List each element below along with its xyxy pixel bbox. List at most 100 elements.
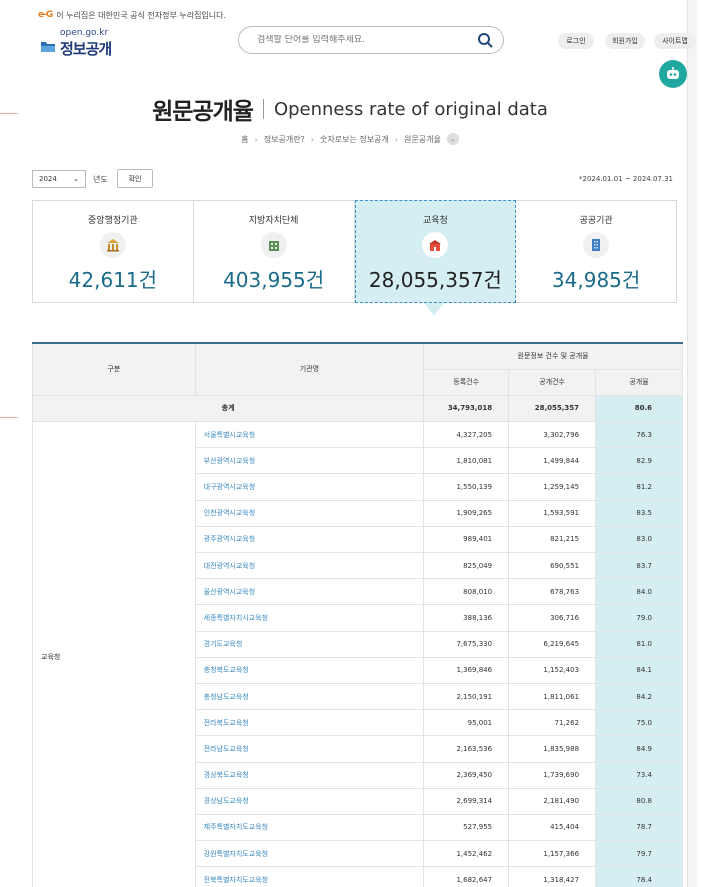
registered-cell: 1,550,139 xyxy=(423,473,510,501)
disclosed-cell: 1,811,061 xyxy=(508,682,597,711)
rate-cell: 84.2 xyxy=(595,682,683,711)
registered-cell: 2,699,314 xyxy=(423,787,510,815)
disclosed-cell: 2,181,490 xyxy=(508,787,597,815)
registered-cell: 388,136 xyxy=(423,604,510,632)
card-label: 공공기관 xyxy=(579,216,613,226)
year-select[interactable]: 2024 ⌄ xyxy=(32,170,86,188)
period-text: *2024.01.01 ~ 2024.07.31 xyxy=(579,175,673,183)
login-button[interactable]: 로그인 xyxy=(558,33,594,49)
rate-cell: 81.2 xyxy=(595,473,683,501)
rate-cell: 83.0 xyxy=(595,525,683,554)
col-header-rate: 공개율 xyxy=(595,368,683,396)
disclosed-cell: 1,259,145 xyxy=(508,473,597,501)
breadcrumb-home[interactable]: 홈 xyxy=(241,134,248,145)
page-title: 원문공개율 Openness rate of original data xyxy=(0,92,700,126)
chevron-down-icon[interactable]: ⌄ xyxy=(446,133,459,145)
org-link[interactable]: 대전광역시교육청 xyxy=(194,551,425,580)
chatbot-button[interactable] xyxy=(659,60,687,88)
registered-cell: 989,401 xyxy=(423,525,510,554)
card-value: 42,611건 xyxy=(68,268,158,292)
org-link[interactable]: 경상북도교육청 xyxy=(194,761,425,789)
gov-notice-banner: e-G 이 누리집은 대한민국 공식 전자정부 누리집입니다. xyxy=(38,8,226,22)
registered-cell: 1,909,265 xyxy=(423,499,510,527)
card-central-agencies[interactable]: 중앙행정기관 42,611건 xyxy=(33,201,194,302)
card-education-offices[interactable]: 교육청 28,055,357건 xyxy=(354,200,517,303)
registered-cell: 1,452,462 xyxy=(423,840,510,868)
disclosed-cell: 415,404 xyxy=(508,813,597,842)
rate-cell: 78.7 xyxy=(595,813,683,842)
col-header-org: 기관명 xyxy=(194,341,425,396)
search-box[interactable] xyxy=(238,26,504,54)
registered-cell: 7,675,330 xyxy=(423,630,510,658)
disclosed-cell: 1,157,366 xyxy=(508,840,597,868)
breadcrumb-current[interactable]: 원문공개율 xyxy=(404,134,441,145)
table-row-total: 총계 34,793,018 28,055,357 80.6 xyxy=(31,394,683,423)
rate-cell: 79.0 xyxy=(595,604,683,632)
search-input[interactable] xyxy=(257,35,477,45)
year-label: 년도 xyxy=(93,175,108,184)
rate-cell: 84.1 xyxy=(595,656,683,684)
card-public-institutions[interactable]: 공공기관 34,985건 xyxy=(516,201,676,302)
page-title-en: Openness rate of original data xyxy=(273,98,548,120)
disclosed-cell: 1,739,690 xyxy=(508,761,597,789)
page-title-ko: 원문공개율 xyxy=(152,99,254,125)
org-link[interactable]: 대구광역시교육청 xyxy=(194,473,425,501)
col-header-category: 구분 xyxy=(32,341,196,396)
robot-icon xyxy=(667,67,679,79)
rate-cell: 80.8 xyxy=(595,787,683,815)
org-link[interactable]: 광주광역시교육청 xyxy=(194,525,425,554)
school-icon xyxy=(422,232,449,258)
org-link[interactable]: 세종특별자치시교육청 xyxy=(194,604,425,632)
sitemap-button[interactable]: 사이트맵 xyxy=(654,33,696,49)
disclosed-cell: 1,835,988 xyxy=(508,735,597,763)
chevron-down-icon: ⌄ xyxy=(73,175,79,183)
disclosed-cell: 306,716 xyxy=(508,604,597,632)
org-link[interactable]: 전라북도교육청 xyxy=(194,709,425,737)
registered-cell: 95,001 xyxy=(423,709,510,737)
breadcrumb-item[interactable]: 정보공개란? xyxy=(264,134,305,145)
search-icon[interactable] xyxy=(477,32,493,48)
org-link[interactable]: 전북특별자치도교육청 xyxy=(194,866,425,887)
disclosed-cell: 821,215 xyxy=(508,525,597,554)
col-header-registered: 등록건수 xyxy=(423,368,510,396)
breadcrumb-item[interactable]: 숫자로보는 정보공개 xyxy=(320,134,389,145)
rate-cell: 79.7 xyxy=(595,840,683,868)
museum-icon xyxy=(99,232,126,258)
disclosed-cell: 6,219,645 xyxy=(508,630,597,658)
org-link[interactable]: 인천광역시교육청 xyxy=(194,499,425,527)
rate-cell: 76.3 xyxy=(595,421,683,449)
disclosed-cell: 1,593,591 xyxy=(508,499,597,527)
rate-cell: 73.4 xyxy=(595,761,683,789)
confirm-button[interactable]: 확인 xyxy=(117,169,153,188)
table-row: 교육청 서울특별시교육청 4,327,205 3,302,796 76.3 xyxy=(32,421,683,887)
total-label: 총계 xyxy=(31,394,425,423)
chevron-right-icon: › xyxy=(254,134,258,144)
signup-button[interactable]: 회원가입 xyxy=(605,33,645,49)
org-link[interactable]: 충청남도교육청 xyxy=(194,682,425,711)
disclosed-cell: 678,763 xyxy=(508,578,597,606)
org-link[interactable]: 경상남도교육청 xyxy=(194,787,425,815)
registered-cell: 2,150,191 xyxy=(423,682,510,711)
registered-cell: 1,810,081 xyxy=(423,447,510,475)
col-header-group: 원문정보 건수 및 공개율 xyxy=(423,341,683,370)
city-building-icon xyxy=(260,232,287,258)
org-link[interactable]: 충청북도교육청 xyxy=(194,656,425,684)
org-link[interactable]: 전라남도교육청 xyxy=(194,735,425,763)
org-link[interactable]: 서울특별시교육청 xyxy=(194,421,425,449)
org-link[interactable]: 부산광역시교육청 xyxy=(194,447,425,475)
card-local-governments[interactable]: 지방자치단체 403,955건 xyxy=(194,201,355,302)
org-link[interactable]: 울산광역시교육청 xyxy=(194,578,425,606)
registered-cell: 825,049 xyxy=(423,551,510,580)
egov-logo-icon: e-G xyxy=(38,10,53,20)
rate-cell: 81.0 xyxy=(595,630,683,658)
registered-cell: 808,010 xyxy=(423,578,510,606)
card-label: 지방자치단체 xyxy=(248,216,299,226)
category-cell: 교육청 xyxy=(32,421,196,887)
org-link[interactable]: 제주특별자치도교육청 xyxy=(194,813,425,842)
site-logo[interactable]: open.go.kr 정보공개 xyxy=(40,28,150,58)
openness-table: 구분 기관명 원문정보 건수 및 공개율 등록건수 공개건수 공개율 총계 34… xyxy=(31,341,683,887)
org-link[interactable]: 강원특별자치도교육청 xyxy=(194,840,425,868)
open-folder-icon xyxy=(41,42,55,52)
org-link[interactable]: 경기도교육청 xyxy=(194,630,425,658)
rate-cell: 84.9 xyxy=(595,735,683,763)
